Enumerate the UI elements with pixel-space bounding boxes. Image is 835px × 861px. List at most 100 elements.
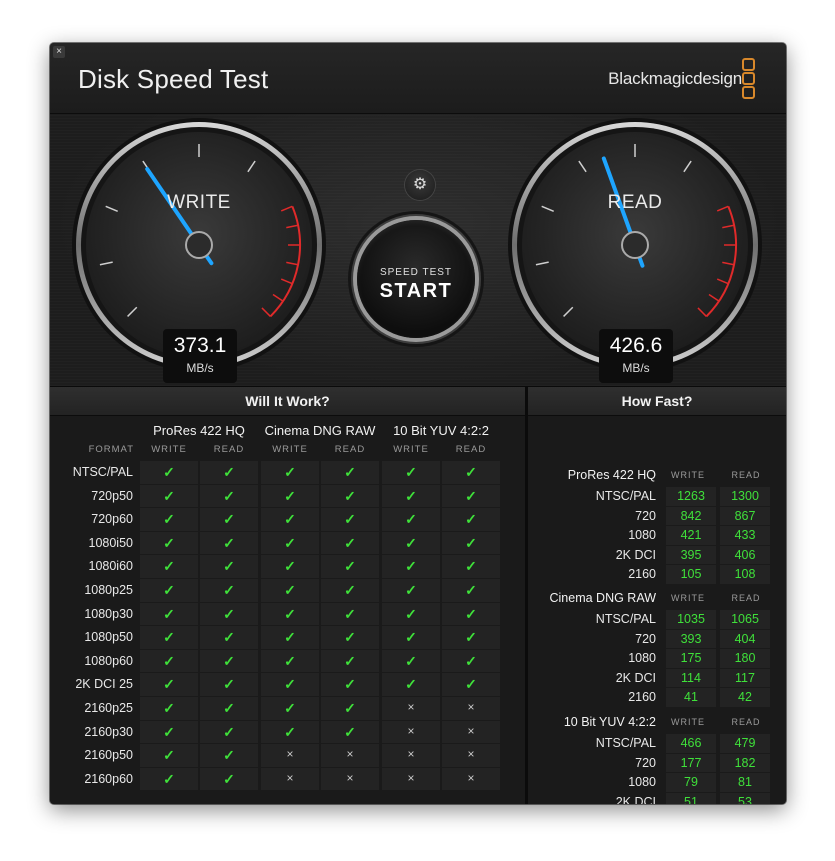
how-fast-read-value: 108 (734, 567, 756, 581)
gauge-area: WRITE 373.1 MB/s READ 426.6 MB/s ⚙ SPEED… (50, 114, 786, 387)
cross-icon: × (407, 770, 415, 785)
check-icon: ✓ (223, 652, 235, 669)
check-icon: ✓ (223, 558, 235, 575)
how-fast-format-label: NTSC/PAL (595, 489, 656, 503)
how-fast-format-label: 1080 (628, 775, 656, 789)
how-fast-read-value: 867 (734, 508, 756, 523)
format-row-label: 720p60 (91, 512, 133, 527)
format-row-label: 1080p25 (84, 583, 133, 597)
format-row-label: 2160p30 (84, 724, 133, 739)
check-icon: ✓ (163, 511, 175, 528)
how-fast-read-value: 117 (735, 670, 755, 685)
how-fast-write-header: WRITE (671, 717, 705, 727)
how-fast-write-value: 842 (680, 508, 702, 523)
check-icon: ✓ (284, 700, 296, 716)
format-row-label: 2160p60 (84, 771, 133, 786)
column-subheader: READ (213, 444, 245, 455)
check-icon: ✓ (465, 534, 477, 551)
cross-icon: × (467, 700, 475, 714)
check-icon: ✓ (465, 605, 477, 622)
read-gauge-hub (621, 231, 649, 259)
write-speed-value: 373.1 (173, 334, 227, 357)
check-icon: ✓ (405, 534, 417, 551)
check-icon: ✓ (465, 487, 477, 504)
how-fast-read-header: READ (731, 717, 761, 727)
column-subheader: WRITE (272, 444, 308, 455)
read-readout: 426.6 MB/s (599, 329, 673, 383)
check-icon: ✓ (284, 629, 296, 646)
how-fast-write-value: 51 (684, 794, 698, 805)
write-gauge-hub (185, 231, 213, 259)
check-icon: ✓ (223, 605, 235, 622)
check-icon: ✓ (223, 700, 235, 716)
write-speed-unit: MB/s (186, 361, 214, 375)
how-fast-read-value: 42 (738, 690, 752, 704)
check-icon: ✓ (163, 676, 175, 693)
write-gauge-label: WRITE (167, 192, 231, 213)
check-icon: ✓ (223, 676, 235, 693)
format-column-header: FORMAT (88, 444, 134, 455)
read-speed-value: 426.6 (609, 334, 663, 357)
check-icon: ✓ (465, 676, 477, 693)
check-icon: ✓ (163, 652, 175, 669)
how-fast-write-value: 466 (680, 736, 702, 750)
check-icon: ✓ (163, 770, 175, 787)
app-title: Disk Speed Test (78, 64, 269, 94)
check-icon: ✓ (405, 652, 417, 669)
cross-icon: × (346, 770, 354, 785)
how-fast-write-value: 41 (684, 690, 698, 704)
format-row-label: 2160p50 (84, 748, 133, 763)
check-icon: ✓ (284, 652, 296, 669)
check-icon: ✓ (344, 676, 356, 693)
check-icon: ✓ (344, 558, 356, 575)
will-it-work-panel: Will It Work? ProRes 422 HQ WRITE READ Cine… (50, 387, 525, 804)
close-button[interactable]: × (53, 46, 65, 58)
read-speed-unit: MB/s (622, 361, 650, 375)
column-subheader: READ (334, 444, 366, 455)
format-row-label: 1080i50 (88, 535, 134, 550)
cross-icon: × (407, 700, 415, 714)
format-row-label: 1080i60 (88, 559, 134, 574)
speed-test-start-button[interactable]: SPEED TEST START (357, 220, 475, 338)
cross-icon: × (346, 747, 354, 762)
check-icon: ✓ (405, 605, 417, 622)
check-icon: ✓ (465, 652, 477, 669)
cross-icon: × (286, 747, 294, 762)
check-icon: ✓ (405, 487, 417, 504)
check-icon: ✓ (223, 534, 235, 551)
check-icon: ✓ (344, 511, 356, 528)
check-icon: ✓ (465, 558, 477, 575)
format-row-label: 2K DCI 25 (75, 677, 133, 692)
how-fast-write-value: 79 (684, 775, 698, 789)
check-icon: ✓ (223, 582, 235, 598)
check-icon: ✓ (223, 464, 235, 480)
how-fast-read-value: 81 (738, 775, 752, 789)
format-group-title: ProRes 422 HQ (153, 423, 245, 438)
title-bar: Disk Speed Test Blackmagicdesign (50, 43, 786, 114)
format-row-label: 1080p50 (84, 630, 133, 645)
check-icon: ✓ (405, 582, 417, 598)
check-icon: ✓ (163, 605, 175, 622)
check-icon: ✓ (344, 464, 356, 480)
check-icon: ✓ (223, 723, 235, 740)
cross-icon: × (407, 747, 415, 762)
check-icon: ✓ (284, 464, 296, 480)
how-fast-write-value: 395 (680, 547, 702, 562)
how-fast-read-value: 1065 (731, 612, 759, 626)
read-gauge-label: READ (607, 192, 663, 213)
check-icon: ✓ (465, 582, 477, 598)
cross-icon: × (467, 723, 475, 738)
how-fast-format-label: 720 (635, 631, 656, 646)
check-icon: ✓ (163, 582, 175, 598)
format-row-label: 1080p30 (84, 606, 133, 621)
check-icon: ✓ (284, 534, 296, 551)
how-fast-read-value: 1300 (731, 489, 759, 503)
how-fast-format-label: 2K DCI (615, 794, 656, 805)
settings-button[interactable]: ⚙ (405, 170, 435, 200)
check-icon: ✓ (344, 629, 356, 646)
column-subheader: WRITE (393, 444, 429, 455)
how-fast-group-title: 10 Bit YUV 4:2:2 (563, 715, 656, 729)
column-subheader: WRITE (151, 444, 187, 455)
cross-icon: × (467, 747, 475, 762)
check-icon: ✓ (284, 723, 296, 740)
